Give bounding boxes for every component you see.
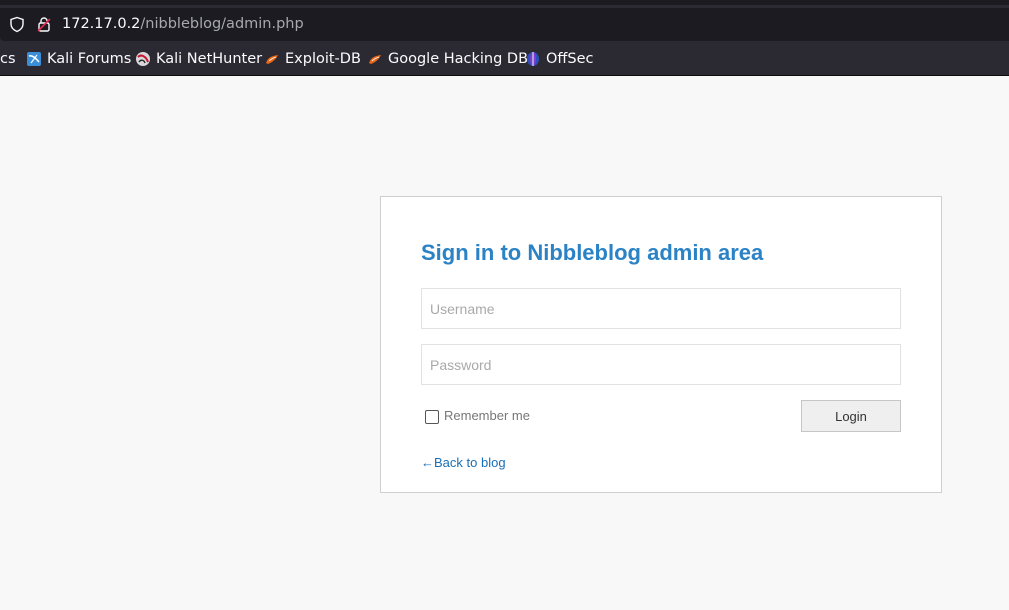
- page-content: Sign in to Nibbleblog admin area Remembe…: [0, 76, 1009, 610]
- browser-toolbar: 172.17.0.2/nibbleblog/admin.php cs Kali …: [0, 0, 1009, 76]
- bookmark-kali-nethunter[interactable]: Kali NetHunter: [135, 50, 262, 68]
- bookmark-kali-forums[interactable]: Kali Forums: [26, 50, 131, 68]
- address-bar[interactable]: 172.17.0.2/nibbleblog/admin.php: [0, 8, 1009, 41]
- login-title: Sign in to Nibbleblog admin area: [421, 240, 764, 265]
- url-path: /nibbleblog/admin.php: [140, 16, 304, 32]
- bookmark-label: Kali Forums: [47, 51, 132, 67]
- exploit-db-icon: [264, 51, 280, 67]
- bookmark-label: OffSec: [546, 51, 594, 67]
- bookmarks-bar: cs Kali Forums Kali NetHunter Exploit-DB…: [0, 46, 1009, 72]
- bookmark-exploit-db[interactable]: Exploit-DB: [264, 50, 361, 68]
- bookmark-label: Kali NetHunter: [156, 51, 263, 67]
- login-button[interactable]: Login: [801, 400, 901, 432]
- bookmark-truncated[interactable]: cs: [0, 50, 16, 68]
- url-host: 172.17.0.2: [62, 16, 141, 32]
- username-input[interactable]: [421, 288, 901, 329]
- kali-nethunter-icon: [135, 51, 151, 67]
- bookmark-label: cs: [0, 51, 16, 67]
- shield-icon[interactable]: [9, 16, 25, 33]
- offsec-icon: [525, 51, 541, 67]
- bookmark-google-hacking-db[interactable]: Google Hacking DB: [367, 50, 528, 68]
- login-form: Sign in to Nibbleblog admin area Remembe…: [380, 196, 942, 493]
- remember-me-label: Remember me: [444, 408, 530, 423]
- bookmark-label: Google Hacking DB: [388, 51, 529, 67]
- kali-forums-icon: [26, 51, 42, 67]
- remember-me[interactable]: Remember me: [425, 407, 530, 424]
- bookmark-offsec[interactable]: OffSec: [525, 50, 594, 68]
- tab-strip-edge: [0, 0, 1009, 5]
- remember-me-checkbox[interactable]: [425, 410, 439, 424]
- insecure-lock-icon[interactable]: [36, 16, 52, 33]
- back-to-blog-link[interactable]: ←Back to blog: [421, 455, 506, 470]
- url-text[interactable]: 172.17.0.2/nibbleblog/admin.php: [62, 16, 304, 33]
- bookmark-label: Exploit-DB: [285, 51, 361, 67]
- password-input[interactable]: [421, 344, 901, 385]
- exploit-db-icon: [367, 51, 383, 67]
